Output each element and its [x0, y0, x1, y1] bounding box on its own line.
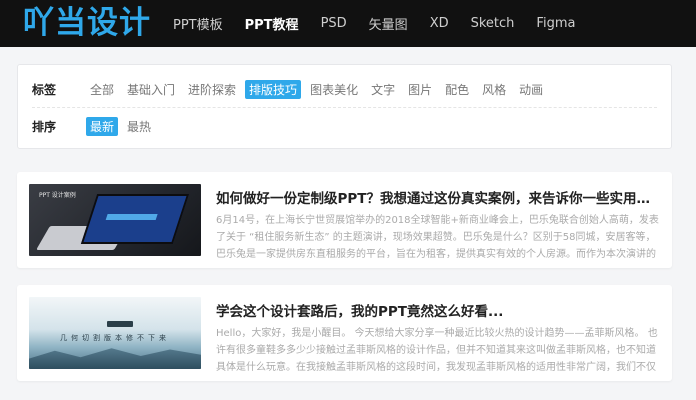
thumbnail-caption: PPT 设计案例 — [39, 192, 76, 199]
nav-item-vector[interactable]: 矢量图 — [369, 14, 408, 33]
tag-animation[interactable]: 动画 — [515, 80, 547, 99]
site-logo[interactable]: 吖当设计 — [23, 3, 151, 43]
laptop-graphic — [80, 194, 190, 244]
sort-row: 排序 最新 最热 — [32, 116, 160, 136]
tag-all[interactable]: 全部 — [86, 80, 118, 99]
tag-layout-tips[interactable]: 排版技巧 — [245, 79, 302, 99]
sort-label: 排序 — [32, 119, 57, 134]
article-thumbnail[interactable]: 几何切割版本修不下来 — [29, 297, 201, 369]
thumbnail-chip — [107, 321, 133, 327]
article-card[interactable]: 几何切割版本修不下来 学会这个设计套路后，我的PPT竟然这么好看... Hell… — [17, 285, 672, 381]
tag-basics[interactable]: 基础入门 — [123, 80, 179, 99]
article-thumbnail[interactable]: PPT 设计案例 — [29, 184, 201, 256]
tag-images[interactable]: 图片 — [404, 80, 436, 99]
filter-divider — [32, 107, 657, 108]
tag-text[interactable]: 文字 — [367, 80, 399, 99]
nav-item-xd[interactable]: XD — [430, 16, 449, 31]
tag-advanced[interactable]: 进阶探索 — [184, 80, 240, 99]
tag-filter-label: 标签 — [32, 82, 57, 97]
nav-item-figma[interactable]: Figma — [536, 16, 575, 31]
mountain-graphic — [29, 348, 201, 369]
tag-chart-beautify[interactable]: 图表美化 — [306, 80, 362, 99]
main-nav: PPT模板 PPT教程 PSD 矢量图 XD Sketch Figma — [173, 0, 597, 47]
article-excerpt: Hello，大家好，我是小醒目。 今天想给大家分享一种最近比较火热的设计趋势——… — [216, 328, 658, 373]
tag-filter-row: 标签 全部 基础入门 进阶探索 排版技巧 图表美化 文字 图片 配色 风格 动画 — [32, 79, 552, 99]
article-title[interactable]: 如何做好一份定制级PPT？我想通过这份真实案例，来告诉你一些实用技巧 — [216, 187, 656, 207]
article-card[interactable]: PPT 设计案例 如何做好一份定制级PPT？我想通过这份真实案例，来告诉你一些实… — [17, 172, 672, 268]
sort-hottest[interactable]: 最热 — [123, 117, 155, 136]
sort-latest[interactable]: 最新 — [86, 116, 119, 136]
tag-color[interactable]: 配色 — [441, 80, 473, 99]
article-title[interactable]: 学会这个设计套路后，我的PPT竟然这么好看... — [216, 300, 656, 320]
top-navbar: 吖当设计 PPT模板 PPT教程 PSD 矢量图 XD Sketch Figma — [0, 0, 696, 47]
nav-item-sketch[interactable]: Sketch — [471, 16, 515, 31]
nav-item-psd[interactable]: PSD — [321, 16, 347, 31]
filter-panel: 标签 全部 基础入门 进阶探索 排版技巧 图表美化 文字 图片 配色 风格 动画… — [17, 64, 672, 149]
nav-item-ppt-templates[interactable]: PPT模板 — [173, 14, 223, 33]
tag-style[interactable]: 风格 — [478, 80, 510, 99]
thumbnail-caption: 几何切割版本修不下来 — [60, 334, 170, 342]
article-excerpt: 6月14号，在上海长宁世贸展馆举办的2018全球智能+新商业峰会上，巴乐兔联合创… — [216, 215, 659, 260]
nav-item-ppt-tutorials[interactable]: PPT教程 — [245, 14, 299, 33]
